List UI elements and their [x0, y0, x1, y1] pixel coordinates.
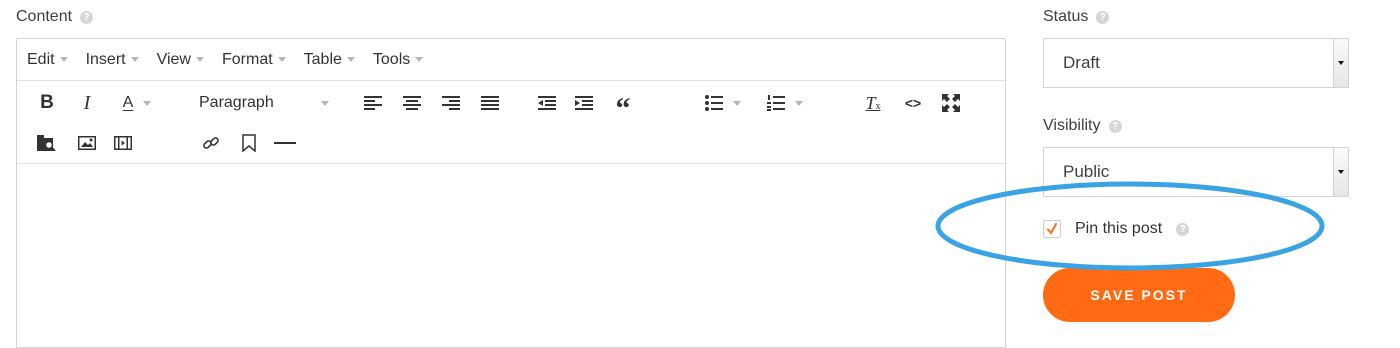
visibility-select[interactable]: Public: [1043, 147, 1349, 197]
menu-table-label: Table: [303, 50, 342, 68]
editor-toolbar: B I A Paragraph “ Tx <>: [17, 81, 1005, 164]
chevron-down-icon: [795, 100, 803, 106]
pin-post-row: Pin this post ?: [1043, 220, 1190, 238]
insert-anchor-button[interactable]: [237, 130, 261, 156]
text-color-icon: A: [122, 94, 134, 111]
content-label: Content: [16, 8, 73, 25]
insert-media-button[interactable]: [111, 130, 135, 156]
insert-image-button[interactable]: [75, 130, 99, 156]
indent-button[interactable]: [572, 90, 596, 116]
indent-icon: [575, 96, 593, 110]
pin-post-label: Pin this post: [1075, 220, 1163, 237]
numbered-list-icon: [767, 95, 785, 111]
source-code-button[interactable]: <>: [901, 90, 925, 116]
menu-edit[interactable]: Edit: [27, 51, 68, 69]
chevron-down-icon: [346, 57, 355, 62]
bullet-list-icon: [705, 95, 723, 111]
checkmark-icon: [1047, 223, 1057, 235]
rich-text-editor: Edit Insert View Format Table Tools B I …: [16, 38, 1006, 348]
block-format-select[interactable]: Paragraph: [199, 90, 329, 116]
italic-icon: I: [83, 91, 91, 114]
chevron-down-icon: [415, 57, 424, 62]
menu-format[interactable]: Format: [222, 51, 286, 69]
status-value: Draft: [1063, 53, 1100, 72]
chevron-down-icon: [143, 100, 152, 106]
italic-button[interactable]: I: [75, 90, 99, 116]
numbered-list-button[interactable]: [761, 90, 809, 116]
blockquote-button[interactable]: “: [611, 90, 635, 124]
content-label-row: Content ?: [16, 8, 94, 26]
text-color-button[interactable]: A: [113, 90, 161, 116]
video-icon: [114, 136, 132, 150]
align-center-button[interactable]: [400, 90, 424, 116]
menu-tools-label: Tools: [372, 50, 411, 68]
menu-format-label: Format: [221, 50, 273, 68]
menu-insert-label: Insert: [85, 50, 126, 68]
menu-view-label: View: [156, 50, 191, 68]
link-icon: [203, 137, 219, 149]
menu-table[interactable]: Table: [304, 51, 355, 69]
horizontal-line-icon: [274, 142, 296, 144]
visibility-label: Visibility: [1043, 117, 1101, 134]
align-right-button[interactable]: [439, 90, 463, 116]
status-label-row: Status ?: [1043, 8, 1110, 26]
save-post-button[interactable]: SAVE POST: [1043, 268, 1235, 322]
help-icon[interactable]: ?: [80, 10, 94, 24]
chevron-down-icon: [277, 57, 286, 62]
bold-button[interactable]: B: [35, 90, 59, 116]
clear-formatting-icon: Tx: [865, 92, 881, 113]
editor-content-area[interactable]: [17, 164, 1005, 344]
dropdown-arrow-icon: [1333, 39, 1348, 87]
help-icon[interactable]: ?: [1096, 10, 1110, 24]
insert-link-button[interactable]: [199, 130, 223, 156]
pin-post-checkbox[interactable]: [1043, 220, 1061, 238]
image-icon: [78, 136, 96, 150]
align-center-icon: [403, 96, 421, 110]
horizontal-rule-button[interactable]: [273, 130, 297, 156]
align-right-icon: [442, 96, 460, 110]
code-icon: <>: [904, 95, 922, 111]
align-left-icon: [364, 96, 382, 110]
menu-tools[interactable]: Tools: [372, 50, 424, 69]
align-justify-icon: [481, 96, 499, 110]
chevron-down-icon: [130, 57, 139, 62]
chevron-down-icon: [195, 57, 204, 62]
menu-edit-label: Edit: [27, 50, 55, 68]
outdent-button[interactable]: [535, 90, 559, 116]
fullscreen-icon: [942, 94, 960, 112]
chevron-down-icon: [321, 100, 329, 106]
bookmark-icon: [242, 134, 256, 152]
status-label: Status: [1043, 8, 1089, 25]
visibility-value: Public: [1063, 162, 1110, 181]
help-icon[interactable]: ?: [1176, 222, 1190, 236]
quote-icon: “: [615, 92, 631, 125]
bold-icon: B: [40, 92, 54, 113]
chevron-down-icon: [59, 57, 68, 62]
align-justify-button[interactable]: [478, 90, 502, 116]
search-replace-button[interactable]: [35, 130, 59, 156]
status-select[interactable]: Draft: [1043, 38, 1349, 88]
align-left-button[interactable]: [361, 90, 385, 116]
dropdown-arrow-icon: [1333, 148, 1348, 196]
clear-formatting-button[interactable]: Tx: [861, 90, 885, 116]
visibility-label-row: Visibility ?: [1043, 117, 1122, 135]
menu-view[interactable]: View: [157, 51, 204, 69]
menu-insert[interactable]: Insert: [86, 51, 139, 69]
chevron-down-icon: [733, 100, 741, 106]
block-format-value: Paragraph: [199, 94, 274, 111]
outdent-icon: [538, 96, 556, 110]
fullscreen-button[interactable]: [939, 90, 963, 116]
bullet-list-button[interactable]: [699, 90, 747, 116]
editor-menubar: Edit Insert View Format Table Tools: [17, 39, 1005, 81]
search-replace-icon: [37, 135, 56, 151]
help-icon[interactable]: ?: [1108, 119, 1122, 133]
